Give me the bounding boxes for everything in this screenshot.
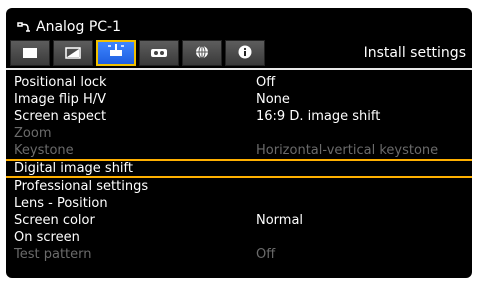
tab-image-adjust[interactable]: [10, 40, 50, 66]
section-title: Install settings: [363, 45, 466, 61]
menu-item[interactable]: Positional lock Off: [6, 74, 472, 91]
input-source-label: Analog PC-1: [36, 19, 121, 35]
menu-item-value: Normal: [256, 213, 304, 228]
menu-item-value: None: [256, 92, 290, 107]
menu-item[interactable]: Image flip H/V None: [6, 91, 472, 108]
menu-item-label: On screen: [14, 230, 80, 245]
menu-item[interactable]: Screen color Normal: [6, 212, 472, 229]
osd-menu-panel: Analog PC-1 Install settings Positional …: [6, 8, 472, 278]
input-plug-icon: [16, 19, 32, 35]
menu-item[interactable]: Digital image shift: [6, 159, 472, 178]
tab-system-settings[interactable]: [139, 40, 179, 66]
menu-item: Test pattern Off: [6, 246, 472, 263]
menu-header: Analog PC-1 Install settings: [6, 8, 472, 68]
menu-item-label: Test pattern: [14, 247, 92, 262]
settings-menu-list: Positional lock Off Image flip H/V None Scre…: [6, 74, 472, 263]
tab-install-settings[interactable]: [96, 40, 136, 66]
info-icon: [238, 44, 252, 63]
menu-item-value: Horizontal-vertical keystone: [256, 143, 439, 158]
menu-tabs: [10, 40, 265, 66]
menu-item-label: Zoom: [14, 126, 52, 141]
tab-information[interactable]: [225, 40, 265, 66]
menu-item-label: Lens - Position: [14, 196, 108, 211]
menu-item: Keystone Horizontal-vertical keystone: [6, 142, 472, 159]
menu-item[interactable]: Professional settings: [6, 178, 472, 195]
picture-contrast-icon: [65, 44, 81, 63]
menu-item[interactable]: On screen: [6, 229, 472, 246]
network-globe-icon: [195, 44, 209, 63]
menu-item: Zoom: [6, 125, 472, 142]
system-settings-icon: [150, 44, 168, 63]
menu-item-value: Off: [256, 75, 276, 90]
menu-item-value: Off: [256, 247, 276, 262]
image-adjust-icon: [22, 44, 38, 63]
menu-item-label: Digital image shift: [14, 161, 133, 176]
menu-item-value: 16:9 D. image shift: [256, 109, 381, 124]
menu-item[interactable]: Screen aspect 16:9 D. image shift: [6, 108, 472, 125]
tab-picture-contrast[interactable]: [53, 40, 93, 66]
menu-item-label: Image flip H/V: [14, 92, 107, 107]
input-source: Analog PC-1: [16, 16, 121, 38]
projector-install-icon: [106, 43, 126, 63]
menu-item[interactable]: Lens - Position: [6, 195, 472, 212]
menu-item-label: Screen color: [14, 213, 95, 228]
menu-item-label: Keystone: [14, 143, 74, 158]
menu-item-label: Screen aspect: [14, 109, 107, 124]
menu-item-label: Positional lock: [14, 75, 107, 90]
header-divider: [6, 68, 472, 70]
menu-item-label: Professional settings: [14, 179, 149, 194]
tab-network[interactable]: [182, 40, 222, 66]
